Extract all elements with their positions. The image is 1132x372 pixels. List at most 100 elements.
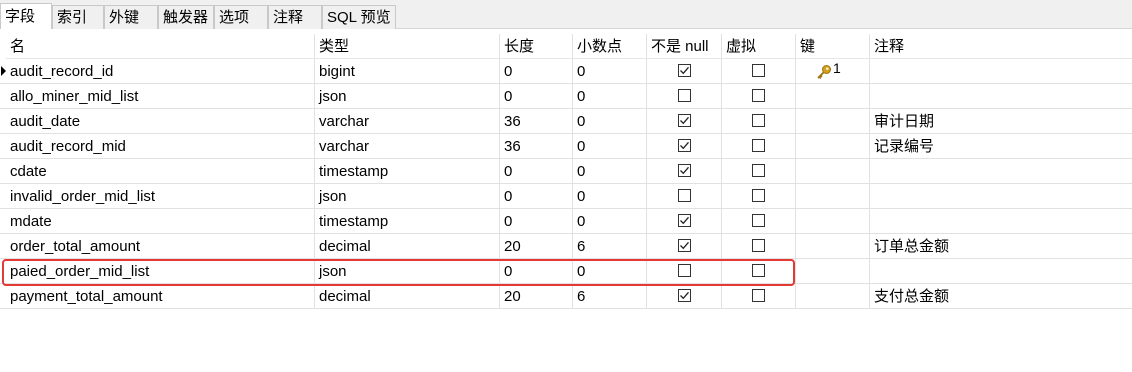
field-type-cell[interactable]: json <box>315 184 500 209</box>
tab-fields[interactable]: 字段 <box>0 3 52 29</box>
key-cell[interactable]: 1 <box>796 59 870 84</box>
field-decimals-cell[interactable]: 0 <box>573 59 647 84</box>
field-length-cell[interactable]: 0 <box>500 59 573 84</box>
header-decimals[interactable]: 小数点 <box>573 34 647 59</box>
field-comment-cell[interactable] <box>870 259 1132 284</box>
header-key[interactable]: 键 <box>796 34 870 59</box>
key-cell[interactable] <box>796 184 870 209</box>
header-length[interactable]: 长度 <box>500 34 573 59</box>
field-length-cell[interactable]: 0 <box>500 259 573 284</box>
tab-foreign-keys[interactable]: 外键 <box>104 5 158 29</box>
field-length-cell[interactable]: 20 <box>500 284 573 309</box>
not-null-checkbox[interactable] <box>678 114 691 127</box>
field-comment-cell[interactable]: 支付总金额 <box>870 284 1132 309</box>
field-decimals-cell[interactable]: 0 <box>573 134 647 159</box>
field-type-cell[interactable]: timestamp <box>315 159 500 184</box>
field-name-cell[interactable]: cdate <box>6 159 315 184</box>
field-length-cell[interactable]: 36 <box>500 134 573 159</box>
tab-triggers[interactable]: 触发器 <box>158 5 214 29</box>
key-cell[interactable] <box>796 234 870 259</box>
field-name-cell[interactable]: mdate <box>6 209 315 234</box>
field-decimals-cell[interactable]: 0 <box>573 159 647 184</box>
header-virtual[interactable]: 虚拟 <box>722 34 796 59</box>
field-comment-cell[interactable] <box>870 159 1132 184</box>
field-type-cell[interactable]: json <box>315 84 500 109</box>
tab-sql-preview[interactable]: SQL 预览 <box>322 5 396 29</box>
field-name-cell[interactable]: audit_record_mid <box>6 134 315 159</box>
field-length-cell[interactable]: 20 <box>500 234 573 259</box>
field-length-cell[interactable]: 0 <box>500 159 573 184</box>
header-type[interactable]: 类型 <box>315 34 500 59</box>
field-comment-cell[interactable]: 记录编号 <box>870 134 1132 159</box>
key-cell[interactable] <box>796 259 870 284</box>
virtual-checkbox[interactable] <box>752 264 765 277</box>
table-row[interactable]: allo_miner_mid_list json 0 0 <box>0 84 1132 109</box>
table-row[interactable]: audit_date varchar 36 0 审计日期 <box>0 109 1132 134</box>
table-row[interactable]: order_total_amount decimal 20 6 订单总金额 <box>0 234 1132 259</box>
field-name-cell[interactable]: order_total_amount <box>6 234 315 259</box>
not-null-checkbox[interactable] <box>678 239 691 252</box>
field-type-cell[interactable]: varchar <box>315 109 500 134</box>
field-decimals-cell[interactable]: 6 <box>573 234 647 259</box>
field-comment-cell[interactable] <box>870 184 1132 209</box>
not-null-checkbox[interactable] <box>678 164 691 177</box>
field-length-cell[interactable]: 0 <box>500 184 573 209</box>
not-null-checkbox[interactable] <box>678 189 691 202</box>
field-name-cell[interactable]: paied_order_mid_list <box>6 259 315 284</box>
not-null-checkbox[interactable] <box>678 289 691 302</box>
table-row[interactable]: cdate timestamp 0 0 <box>0 159 1132 184</box>
key-cell[interactable] <box>796 284 870 309</box>
field-name-cell[interactable]: invalid_order_mid_list <box>6 184 315 209</box>
header-not-null[interactable]: 不是 null <box>647 34 722 59</box>
field-type-cell[interactable]: varchar <box>315 134 500 159</box>
field-decimals-cell[interactable]: 0 <box>573 84 647 109</box>
field-type-cell[interactable]: json <box>315 259 500 284</box>
field-comment-cell[interactable] <box>870 84 1132 109</box>
field-decimals-cell[interactable]: 0 <box>573 209 647 234</box>
header-name[interactable]: 名 <box>6 34 315 59</box>
not-null-checkbox[interactable] <box>678 64 691 77</box>
key-cell[interactable] <box>796 159 870 184</box>
field-decimals-cell[interactable]: 6 <box>573 284 647 309</box>
field-name-cell[interactable]: audit_record_id <box>6 59 315 84</box>
field-name-cell[interactable]: audit_date <box>6 109 315 134</box>
tab-indexes[interactable]: 索引 <box>52 5 104 29</box>
key-cell[interactable] <box>796 84 870 109</box>
virtual-checkbox[interactable] <box>752 189 765 202</box>
field-decimals-cell[interactable]: 0 <box>573 109 647 134</box>
table-row[interactable]: mdate timestamp 0 0 <box>0 209 1132 234</box>
header-comment[interactable]: 注释 <box>870 34 1132 59</box>
field-comment-cell[interactable] <box>870 59 1132 84</box>
virtual-checkbox[interactable] <box>752 64 765 77</box>
not-null-checkbox[interactable] <box>678 264 691 277</box>
virtual-checkbox[interactable] <box>752 114 765 127</box>
field-type-cell[interactable]: decimal <box>315 234 500 259</box>
field-comment-cell[interactable] <box>870 209 1132 234</box>
field-length-cell[interactable]: 0 <box>500 84 573 109</box>
tab-comment[interactable]: 注释 <box>268 5 322 29</box>
table-row[interactable]: paied_order_mid_list json 0 0 <box>0 259 1132 284</box>
table-row[interactable]: invalid_order_mid_list json 0 0 <box>0 184 1132 209</box>
virtual-checkbox[interactable] <box>752 164 765 177</box>
table-row[interactable]: audit_record_mid varchar 36 0 记录编号 <box>0 134 1132 159</box>
table-row[interactable]: payment_total_amount decimal 20 6 支付总金额 <box>0 284 1132 309</box>
field-comment-cell[interactable]: 订单总金额 <box>870 234 1132 259</box>
not-null-checkbox[interactable] <box>678 214 691 227</box>
key-cell[interactable] <box>796 209 870 234</box>
field-name-cell[interactable]: allo_miner_mid_list <box>6 84 315 109</box>
field-type-cell[interactable]: timestamp <box>315 209 500 234</box>
virtual-checkbox[interactable] <box>752 139 765 152</box>
key-cell[interactable] <box>796 134 870 159</box>
field-length-cell[interactable]: 36 <box>500 109 573 134</box>
field-type-cell[interactable]: decimal <box>315 284 500 309</box>
field-comment-cell[interactable]: 审计日期 <box>870 109 1132 134</box>
table-row[interactable]: audit_record_id bigint 0 0 1 <box>0 59 1132 84</box>
virtual-checkbox[interactable] <box>752 89 765 102</box>
key-cell[interactable] <box>796 109 870 134</box>
virtual-checkbox[interactable] <box>752 239 765 252</box>
field-decimals-cell[interactable]: 0 <box>573 259 647 284</box>
not-null-checkbox[interactable] <box>678 139 691 152</box>
not-null-checkbox[interactable] <box>678 89 691 102</box>
virtual-checkbox[interactable] <box>752 214 765 227</box>
field-decimals-cell[interactable]: 0 <box>573 184 647 209</box>
